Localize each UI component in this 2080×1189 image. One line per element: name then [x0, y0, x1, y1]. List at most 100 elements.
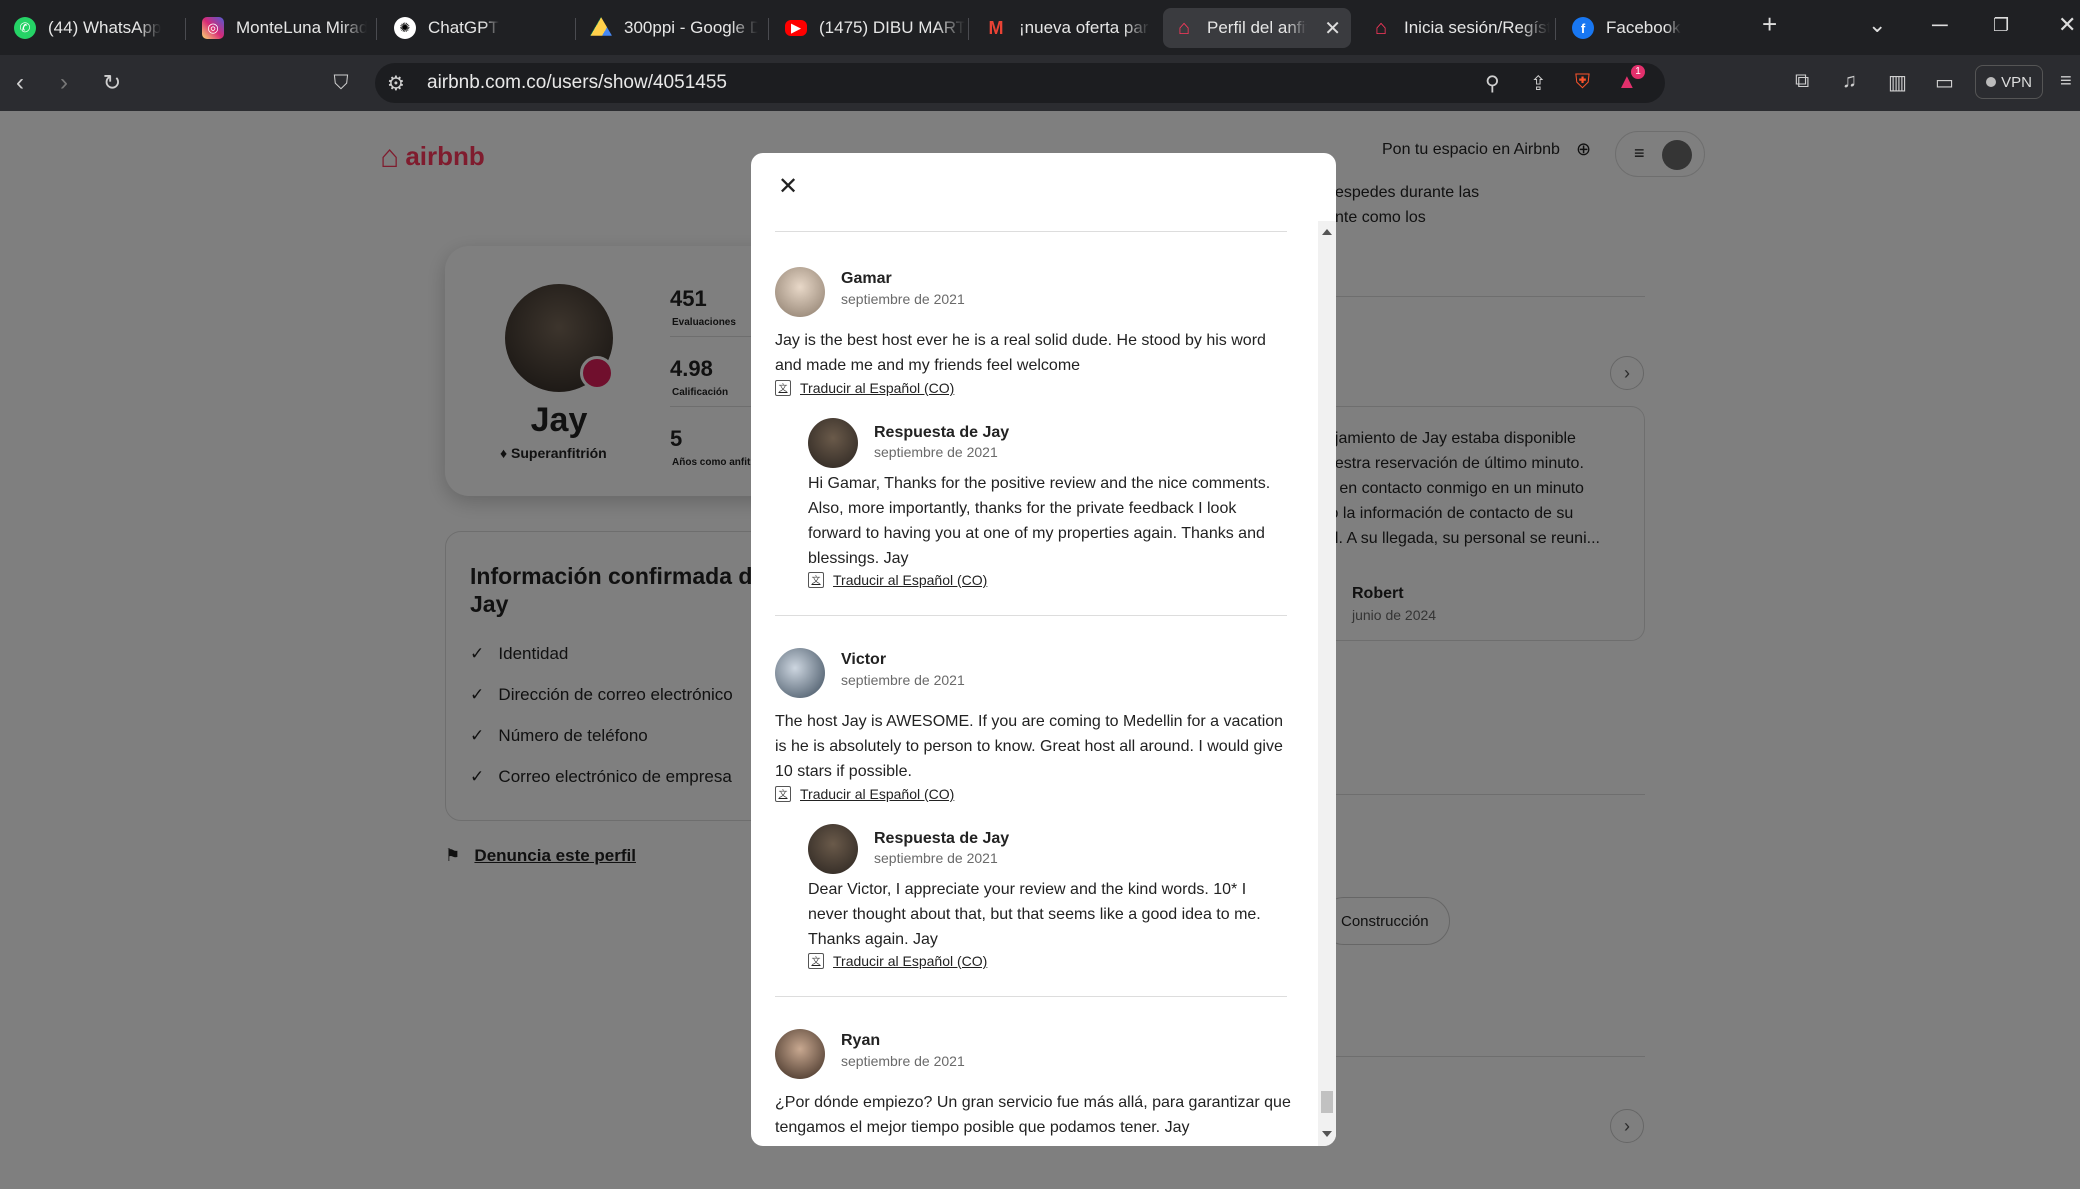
tab-separator [968, 18, 969, 40]
back-icon[interactable]: ‹ [4, 67, 36, 99]
translate-link[interactable]: 文 Traducir al Español (CO) [775, 380, 954, 396]
tab-gmail[interactable]: M ¡nueva oferta para [975, 8, 1151, 48]
tab-separator [768, 18, 769, 40]
media-icon[interactable]: ♫ [1842, 70, 1857, 93]
vpn-status-icon [1986, 77, 1997, 87]
zoom-icon[interactable]: ⚲ [1485, 71, 1500, 96]
close-window-icon[interactable]: ✕ [2058, 12, 2076, 38]
tab-instagram[interactable]: ◎ MonteLuna Mirador [192, 8, 367, 48]
share-icon[interactable]: ⇪ [1530, 71, 1547, 96]
tab-label: Inicia sesión/Regístrate [1404, 18, 1550, 37]
tab-label: ¡nueva oferta para [1019, 18, 1150, 37]
bookmark-icon[interactable]: ⛉ [325, 67, 357, 99]
host-avatar [808, 418, 858, 468]
browser-tab-bar: ✆ (44) WhatsApp ◎ MonteLuna Mirador ✺ Ch… [0, 0, 2080, 55]
tab-youtube[interactable]: ▶ (1475) DIBU MARTINEZ [775, 8, 965, 48]
translate-link[interactable]: 文 Traducir al Español (CO) [808, 572, 987, 588]
tab-label: (44) WhatsApp [48, 18, 162, 37]
reviewer-avatar [775, 648, 825, 698]
site-settings-icon[interactable]: ⚙ [387, 71, 405, 96]
tab-label: ChatGPT [428, 18, 499, 37]
google-drive-icon [590, 17, 612, 36]
scrollbar-thumb[interactable] [1321, 1091, 1333, 1113]
scroll-up-icon[interactable] [1322, 229, 1332, 235]
airbnb-icon: ⌂ [1374, 16, 1388, 39]
translate-icon: 文 [808, 953, 824, 969]
review-date: septiembre de 2021 [841, 1053, 965, 1069]
translate-icon: 文 [775, 786, 791, 802]
instagram-icon: ◎ [202, 17, 224, 39]
minimize-icon[interactable]: ─ [1932, 12, 1948, 38]
response-title: Respuesta de Jay [874, 424, 1010, 441]
tab-label: MonteLuna Mirador [236, 18, 367, 37]
host-avatar [808, 824, 858, 874]
restore-icon[interactable]: ❐ [1993, 15, 2009, 36]
browser-toolbar: ‹ › ↻ ⛉ ⚙ airbnb.com.co/users/show/40514… [0, 55, 2080, 111]
review-date: septiembre de 2021 [841, 291, 965, 307]
tab-label: 300ppi - Google Drive [624, 18, 758, 37]
whatsapp-icon: ✆ [14, 17, 36, 39]
translate-link[interactable]: 文 Traducir al Español (CO) [808, 953, 987, 969]
new-tab-icon[interactable]: + [1762, 9, 1777, 40]
reviewer-avatar [775, 1029, 825, 1079]
reviewer-name: Victor [841, 651, 887, 668]
menu-icon[interactable]: ≡ [2060, 70, 2072, 93]
youtube-icon: ▶ [785, 20, 807, 36]
review-date: septiembre de 2021 [841, 672, 965, 688]
response-date: septiembre de 2021 [874, 444, 998, 460]
scroll-down-icon[interactable] [1322, 1131, 1332, 1137]
tab-airbnb-login[interactable]: ⌂ Inicia sesión/Regístrate [1360, 8, 1550, 48]
airbnb-icon: ⌂ [1177, 16, 1191, 39]
response-text: Hi Gamar, Thanks for the positive review… [808, 475, 1271, 567]
translate-icon: 文 [808, 572, 824, 588]
brave-shield-icon[interactable]: ⛨ [1575, 71, 1590, 94]
tab-chatgpt[interactable]: ✺ ChatGPT [384, 8, 564, 48]
divider [775, 231, 1287, 232]
tab-google-drive[interactable]: 300ppi - Google Drive [580, 8, 758, 48]
modal-scrollbar[interactable] [1318, 221, 1336, 1146]
response-date: septiembre de 2021 [874, 850, 998, 866]
tab-separator [376, 18, 377, 40]
tab-label: Facebook [1606, 18, 1681, 37]
translate-label: Traducir al Español (CO) [800, 786, 955, 802]
tab-separator [1555, 18, 1556, 40]
vpn-button[interactable]: VPN [1975, 65, 2043, 99]
translate-icon: 文 [775, 380, 791, 396]
review-text: The host Jay is AWESOME. If you are comi… [775, 713, 1284, 780]
close-tab-icon[interactable]: ✕ [1324, 16, 1341, 41]
translate-link[interactable]: 文 Traducir al Español (CO) [775, 786, 954, 802]
review-text: Jay is the best host ever he is a real s… [775, 332, 1266, 374]
reviews-modal: ✕ Gamar septiembre de 2021 Jay is the be… [751, 153, 1336, 1146]
reviewer-name: Gamar [841, 270, 892, 287]
facebook-icon: f [1572, 17, 1594, 39]
tab-facebook[interactable]: f Facebook [1562, 8, 1737, 48]
reviews-scroll-area[interactable]: Gamar septiembre de 2021 Jay is the best… [751, 221, 1318, 1146]
extensions-icon[interactable]: ⧉ [1795, 70, 1809, 93]
vpn-label: VPN [2001, 73, 2032, 91]
tab-airbnb-profile[interactable]: ⌂ Perfil del anfitrión ✕ [1163, 8, 1351, 48]
sidebar-icon[interactable]: ▥ [1888, 70, 1907, 95]
tab-whatsapp[interactable]: ✆ (44) WhatsApp [4, 8, 182, 48]
reviewer-avatar [775, 267, 825, 317]
tab-separator [185, 18, 186, 40]
translate-label: Traducir al Español (CO) [833, 572, 988, 588]
response-text: Dear Victor, I appreciate your review an… [808, 881, 1261, 948]
gmail-icon: M [988, 17, 1004, 38]
close-icon[interactable]: ✕ [773, 171, 803, 201]
divider [775, 996, 1287, 997]
response-title: Respuesta de Jay [874, 830, 1010, 847]
alert-badge: 1 [1631, 65, 1645, 79]
wallet-icon[interactable]: ▭ [1935, 70, 1954, 95]
translate-label: Traducir al Español (CO) [800, 380, 955, 396]
forward-icon[interactable]: › [48, 67, 80, 99]
translate-label: Traducir al Español (CO) [833, 953, 988, 969]
review-text: ¿Por dónde empiezo? Un gran servicio fue… [775, 1094, 1291, 1136]
chatgpt-icon: ✺ [394, 17, 416, 39]
chevron-down-icon[interactable]: ⌄ [1868, 12, 1886, 38]
address-bar[interactable]: ⚙ airbnb.com.co/users/show/4051455 ⚲ ⇪ ⛨… [375, 63, 1665, 103]
reviewer-name: Ryan [841, 1032, 881, 1049]
tab-label: Perfil del anfitrión [1207, 18, 1307, 37]
reload-icon[interactable]: ↻ [96, 67, 128, 99]
tab-label: (1475) DIBU MARTINEZ [819, 18, 965, 37]
divider [775, 615, 1287, 616]
